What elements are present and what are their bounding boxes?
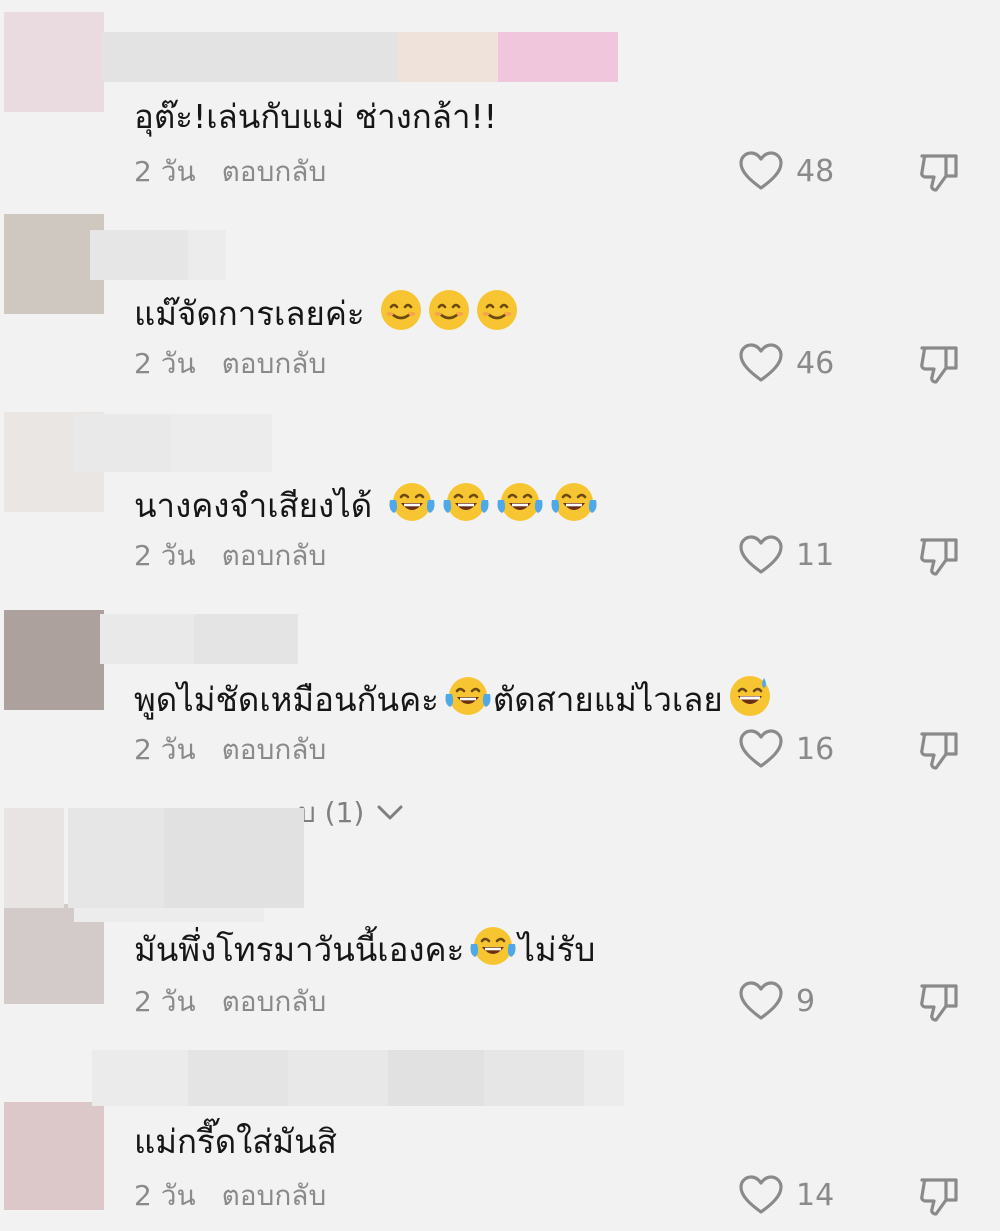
comment-item: อุต๊ะ!เล่นกับแม่ ช่างกล้า!! 2 วัน ตอบกลับ… xyxy=(0,0,1000,200)
thumbs-down-outline-icon xyxy=(918,534,962,578)
comment-meta: 2 วัน ตอบกลับ xyxy=(134,154,326,190)
username-redacted[interactable] xyxy=(90,230,226,280)
like-button[interactable]: 16 xyxy=(738,728,834,770)
comment-time: 2 วัน xyxy=(134,539,196,572)
thumbs-down-outline-icon xyxy=(918,980,962,1024)
avatar[interactable] xyxy=(4,1102,104,1210)
like-count: 14 xyxy=(796,1177,835,1213)
tears-of-joy-emoji xyxy=(387,480,437,535)
thumbs-down-outline-icon xyxy=(918,150,962,194)
comment-text: พูดไม่ชัดเหมือนกันคะ ตัดสายแม่ไวเลย xyxy=(134,674,773,729)
comment-text: แม่กรี๊ดใส่มันสิ xyxy=(134,1122,337,1161)
heart-outline-icon xyxy=(738,1174,784,1216)
reply-button[interactable]: ตอบกลับ xyxy=(222,155,327,188)
dislike-button[interactable] xyxy=(918,1174,962,1218)
grinning-sweat-emoji xyxy=(727,674,773,729)
like-count: 16 xyxy=(796,731,835,767)
comment-item: แม๊จัดการเลยค่ะ 2 วัน ตอบกลับ 46 xyxy=(0,200,1000,400)
tears-of-joy-emoji xyxy=(495,480,545,535)
comment-time: 2 วัน xyxy=(134,1179,196,1212)
username-redacted[interactable] xyxy=(102,32,618,82)
tears-of-joy-emoji xyxy=(549,480,599,535)
comment-time: 2 วัน xyxy=(134,347,196,380)
comment-item: มันพึ่งโทรมาวันนี้เองคะ ไม่รับ 2 วัน ตอบก… xyxy=(0,800,1000,1030)
username-redacted[interactable] xyxy=(74,414,272,472)
tears-of-joy-emoji xyxy=(468,924,518,979)
username-redacted[interactable] xyxy=(4,808,304,922)
comment-time: 2 วัน xyxy=(134,985,196,1018)
smile-emoji xyxy=(379,288,423,343)
heart-outline-icon xyxy=(738,342,784,384)
comment-meta: 2 วัน ตอบกลับ xyxy=(134,984,326,1020)
thumbs-down-outline-icon xyxy=(918,342,962,386)
username-redacted[interactable] xyxy=(100,614,298,664)
comment-time: 2 วัน xyxy=(134,733,196,766)
comment-item: พูดไม่ชัดเหมือนกันคะ ตัดสายแม่ไวเลย 2 วั… xyxy=(0,600,1000,790)
comment-meta: 2 วัน ตอบกลับ xyxy=(134,1178,326,1214)
reply-button[interactable]: ตอบกลับ xyxy=(222,1179,327,1212)
dislike-button[interactable] xyxy=(918,150,962,194)
like-count: 48 xyxy=(796,153,835,189)
like-count: 46 xyxy=(796,345,835,381)
comment-meta: 2 วัน ตอบกลับ xyxy=(134,732,326,768)
like-button[interactable]: 11 xyxy=(738,534,834,576)
heart-outline-icon xyxy=(738,150,784,192)
comment-text: แม๊จัดการเลยค่ะ xyxy=(134,288,519,343)
avatar[interactable] xyxy=(4,214,104,314)
dislike-button[interactable] xyxy=(918,728,962,772)
tears-of-joy-emoji xyxy=(441,480,491,535)
dislike-button[interactable] xyxy=(918,342,962,386)
thumbs-down-outline-icon xyxy=(918,728,962,772)
comment-text: นางคงจำเสียงได้ xyxy=(134,480,599,535)
comment-meta: 2 วัน ตอบกลับ xyxy=(134,346,326,382)
tears-of-joy-emoji xyxy=(443,674,493,729)
like-count: 9 xyxy=(796,983,816,1019)
like-button[interactable]: 14 xyxy=(738,1174,834,1216)
dislike-button[interactable] xyxy=(918,534,962,578)
avatar[interactable] xyxy=(4,12,104,112)
like-button[interactable]: 46 xyxy=(738,342,834,384)
comment-item: แม่กรี๊ดใส่มันสิ 2 วัน ตอบกลับ 14 xyxy=(0,1030,1000,1231)
smile-emoji xyxy=(475,288,519,343)
avatar[interactable] xyxy=(4,610,104,710)
heart-outline-icon xyxy=(738,980,784,1022)
like-count: 11 xyxy=(796,537,835,573)
smile-emoji xyxy=(427,288,471,343)
dislike-button[interactable] xyxy=(918,980,962,1024)
heart-outline-icon xyxy=(738,534,784,576)
comment-text: มันพึ่งโทรมาวันนี้เองคะ ไม่รับ xyxy=(134,924,595,979)
reply-button[interactable]: ตอบกลับ xyxy=(222,539,327,572)
reply-button[interactable]: ตอบกลับ xyxy=(222,347,327,380)
comment-item: นางคงจำเสียงได้ 2 วัน ตอบกลับ 11 xyxy=(0,400,1000,600)
thumbs-down-outline-icon xyxy=(918,1174,962,1218)
like-button[interactable]: 48 xyxy=(738,150,834,192)
comment-text: อุต๊ะ!เล่นกับแม่ ช่างกล้า!! xyxy=(134,97,497,136)
reply-button[interactable]: ตอบกลับ xyxy=(222,733,327,766)
comment-meta: 2 วัน ตอบกลับ xyxy=(134,538,326,574)
like-button[interactable]: 9 xyxy=(738,980,815,1022)
reply-button[interactable]: ตอบกลับ xyxy=(222,985,327,1018)
comment-time: 2 วัน xyxy=(134,155,196,188)
username-redacted[interactable] xyxy=(92,1050,624,1106)
heart-outline-icon xyxy=(738,728,784,770)
